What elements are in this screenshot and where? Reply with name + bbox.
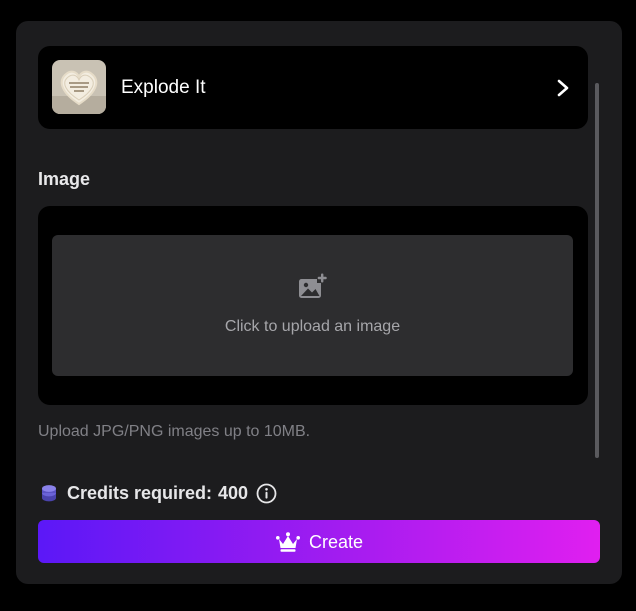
create-button[interactable]: Create bbox=[38, 520, 600, 563]
effect-selector[interactable]: Explode It bbox=[38, 46, 588, 129]
effect-title: Explode It bbox=[121, 77, 206, 98]
effect-thumbnail bbox=[52, 60, 106, 114]
info-icon[interactable] bbox=[256, 483, 277, 504]
upload-container: Click to upload an image bbox=[38, 206, 588, 405]
credits-row: Credits required: 400 bbox=[40, 481, 277, 505]
create-button-label: Create bbox=[308, 531, 364, 552]
credits-label: Credits required: bbox=[67, 483, 213, 503]
image-section-label: Image bbox=[38, 169, 91, 189]
upload-hint: Upload JPG/PNG images up to 10MB. bbox=[38, 423, 311, 440]
generator-panel: Explode It Image Click to upload an imag… bbox=[16, 21, 622, 584]
upload-prompt: Click to upload an image bbox=[224, 318, 401, 335]
coins-stack-icon bbox=[42, 485, 56, 502]
chevron-right-icon[interactable] bbox=[554, 78, 572, 98]
crown-icon bbox=[275, 531, 300, 552]
add-image-icon bbox=[299, 273, 327, 298]
upload-dropzone[interactable]: Click to upload an image bbox=[52, 235, 573, 376]
credits-value: 400 bbox=[218, 483, 249, 503]
scrollbar[interactable] bbox=[595, 83, 599, 458]
